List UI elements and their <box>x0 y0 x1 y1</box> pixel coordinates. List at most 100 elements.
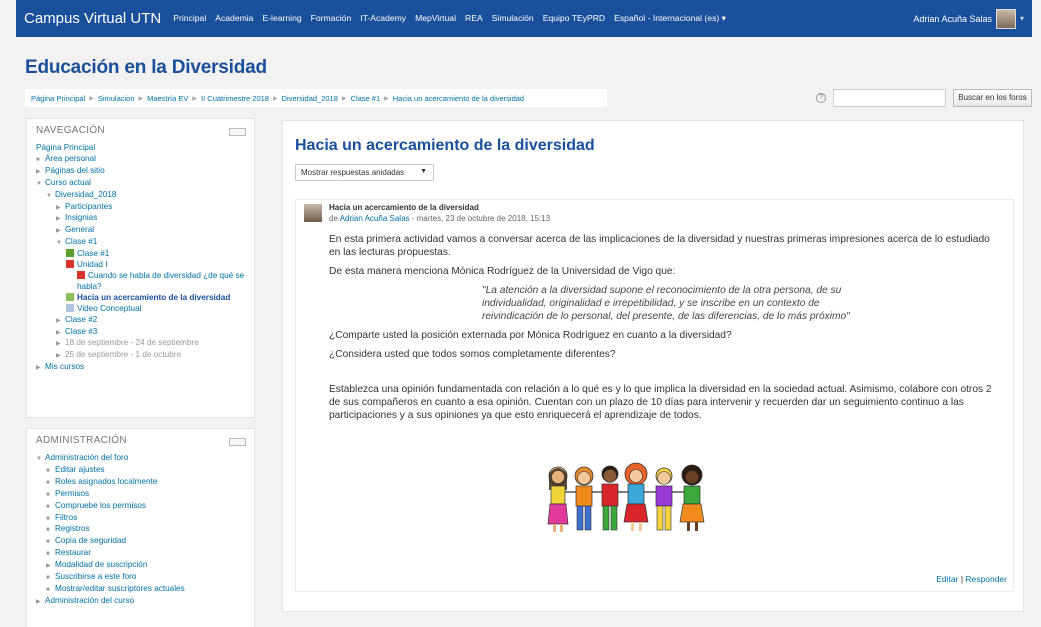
nav-item-label: Video Conceptual <box>77 303 142 313</box>
admin-item[interactable]: ▶ Administración del curso <box>36 596 245 608</box>
post-paragraph: De esta manera menciona Mónica Rodríguez… <box>329 266 676 277</box>
breadcrumb-item[interactable]: Clase #1 <box>351 94 381 103</box>
avatar <box>995 8 1016 29</box>
breadcrumb-item[interactable]: Simulacion <box>98 94 135 103</box>
nav-item[interactable]: Clase #1 <box>36 249 245 260</box>
menu-item-mepvirtual[interactable]: MepVirtual <box>415 13 456 24</box>
page-header: Educación en la Diversidad Página Princi… <box>16 37 1032 112</box>
admin-item[interactable]: ▼ Administración del foro <box>36 453 245 465</box>
nav-item[interactable]: Unidad I <box>36 260 245 271</box>
nav-item-label: Área personal <box>45 153 96 163</box>
menu-item-elearning[interactable]: E-learning <box>262 13 301 24</box>
admin-item[interactable]: ■ Suscribirse a este foro <box>36 572 245 584</box>
nav-item[interactable]: Cuando se habla de diversidad ¿de qué se… <box>36 270 245 293</box>
post-quote: "La atención a la diversidad supone el r… <box>482 285 850 322</box>
nav-item-label: General <box>65 225 95 235</box>
menu-item-academia[interactable]: Academia <box>215 13 253 24</box>
collapsed-arrow-icon: ▶ <box>56 329 61 336</box>
user-menu[interactable]: Adrian Acuña Salas ▾ <box>913 8 1024 29</box>
post-meta: de Adrian Acuña Salas - martes, 23 de oc… <box>329 214 550 223</box>
breadcrumb-separator-icon: ▶ <box>272 95 278 102</box>
breadcrumb-item[interactable]: Diversidad_2018 <box>282 94 338 103</box>
bullet-icon: ■ <box>46 527 50 534</box>
nav-item[interactable]: ▼ Diversidad_2018 <box>36 190 245 202</box>
menu-item-formacion[interactable]: Formación <box>311 13 352 24</box>
site-brand[interactable]: Campus Virtual UTN <box>24 10 161 27</box>
collapsed-arrow-icon: ▶ <box>56 228 61 235</box>
admin-item-label: Administración del curso <box>45 595 135 605</box>
activity-icon <box>66 260 74 269</box>
menu-item-equipo[interactable]: Equipo TEyPRD <box>543 13 605 24</box>
nav-item[interactable]: ▶ Mis cursos <box>36 362 245 374</box>
nav-item[interactable]: ▶ Participantes <box>36 202 245 214</box>
admin-item[interactable]: ■ Roles asignados localmente <box>36 477 245 489</box>
admin-item-label: Registros <box>55 524 90 534</box>
breadcrumb: Página Principal ▶ Simulacion ▶ Maestría E… <box>25 89 607 107</box>
nav-item[interactable]: ▶ Páginas del sitio <box>36 166 245 178</box>
post-date: - martes, 23 de octubre de 2018, 15:13 <box>409 214 551 223</box>
admin-item-label: Compruebe los permisos <box>55 500 147 510</box>
administration-block: ADMINISTRACIÓN ▼ Administración del foro ■… <box>26 428 255 627</box>
activity-icon <box>77 270 85 279</box>
bullet-icon: ■ <box>46 491 50 498</box>
admin-item-label: Editar ajustes <box>55 464 105 474</box>
bullet-icon: ■ <box>46 479 50 486</box>
search-input[interactable] <box>833 89 946 107</box>
nav-item[interactable]: Página Principal <box>36 143 245 154</box>
nav-item[interactable]: ▶ 25 de septiembre - 1 de octubre <box>36 350 245 362</box>
navigation-tree: Página Principal ■ Área personal ▶ Páginas d… <box>36 143 245 374</box>
main-content: Hacia un acercamiento de la diversidad M… <box>282 120 1024 612</box>
nav-item[interactable]: ▼ Curso actual <box>36 178 245 190</box>
reply-link[interactable]: Responder <box>965 574 1007 584</box>
menu-item-rea[interactable]: REA <box>465 13 483 24</box>
admin-item[interactable]: ■ Filtros <box>36 513 245 525</box>
nav-item[interactable]: ▶ 18 de septiembre - 24 de septiembre <box>36 338 245 350</box>
admin-item[interactable]: ■ Editar ajustes <box>36 465 245 477</box>
admin-item[interactable]: ■ Permisos <box>36 489 245 501</box>
breadcrumb-separator-icon: ▶ <box>89 95 94 102</box>
breadcrumb-item[interactable]: II Cuatrimestre 2018 <box>201 94 269 103</box>
post-actions: Editar | Responder <box>936 574 1007 584</box>
nav-item[interactable]: ▶ General <box>36 225 245 237</box>
breadcrumb-separator-icon: ▶ <box>384 95 389 102</box>
admin-item-label: Administración del foro <box>45 453 129 462</box>
admin-item[interactable]: ■ Compruebe los permisos <box>36 501 245 513</box>
avatar[interactable] <box>304 204 322 222</box>
post-question: ¿Considera usted que todos somos complet… <box>329 349 616 360</box>
edit-link[interactable]: Editar <box>936 574 958 584</box>
menu-item-principal[interactable]: Principal <box>173 13 206 24</box>
nav-item[interactable]: ▼ Clase #1 <box>36 237 245 249</box>
nav-item-label: Insignias <box>65 213 98 223</box>
nav-item[interactable]: ▶ Clase #3 <box>36 327 245 339</box>
collapsed-arrow-icon: ▶ <box>36 365 41 372</box>
nav-item[interactable]: Video Conceptual <box>36 303 245 315</box>
nav-item[interactable]: ■ Área personal <box>36 154 245 166</box>
admin-item[interactable]: ▶ Modalidad de suscripción <box>36 560 245 572</box>
menu-item-simulacion[interactable]: Simulación <box>492 13 534 24</box>
admin-item[interactable]: ■ Registros <box>36 524 245 536</box>
admin-item[interactable]: ■ Copia de seguridad <box>36 536 245 548</box>
main-menu: Principal Academia E-learning Formación … <box>173 13 726 24</box>
display-mode-select[interactable]: Mostrar respuestas anidadas ▼ <box>295 164 434 181</box>
breadcrumb-item[interactable]: Maestría EV <box>147 94 188 103</box>
administration-block-title: ADMINISTRACIÓN <box>36 435 127 446</box>
breadcrumb-item[interactable]: Hacia un acercamiento de la diversidad <box>393 94 524 103</box>
breadcrumb-item[interactable]: Página Principal <box>31 94 85 103</box>
nav-item[interactable]: ▶ Insignias <box>36 213 245 225</box>
post-author-link[interactable]: Adrian Acuña Salas <box>340 214 410 223</box>
language-menu[interactable]: Español - Internacional (es) ▾ <box>614 13 726 24</box>
help-icon[interactable]: ? <box>816 93 826 103</box>
admin-item-label: Modalidad de suscripción <box>55 560 148 570</box>
block-collapse-icon[interactable] <box>229 128 246 136</box>
admin-item[interactable]: ■ Mostrar/editar suscriptores actuales <box>36 584 245 596</box>
nav-item[interactable]: Hacia un acercamiento de la diversidad <box>36 292 245 304</box>
nav-item-label: Clase #1 <box>65 237 98 247</box>
nav-item[interactable]: ▶ Clase #2 <box>36 315 245 327</box>
search-forums-button[interactable]: Buscar en los foros <box>953 89 1032 107</box>
admin-item[interactable]: ■ Restaurar <box>36 548 245 560</box>
navigation-block: NAVEGACIÓN Página Principal ■ Área persona… <box>26 118 255 418</box>
block-collapse-icon[interactable] <box>229 438 246 446</box>
bullet-icon: ■ <box>36 156 40 163</box>
admin-item-label: Suscribirse a este foro <box>55 572 137 582</box>
menu-item-it-academy[interactable]: IT-Academy <box>360 13 406 24</box>
